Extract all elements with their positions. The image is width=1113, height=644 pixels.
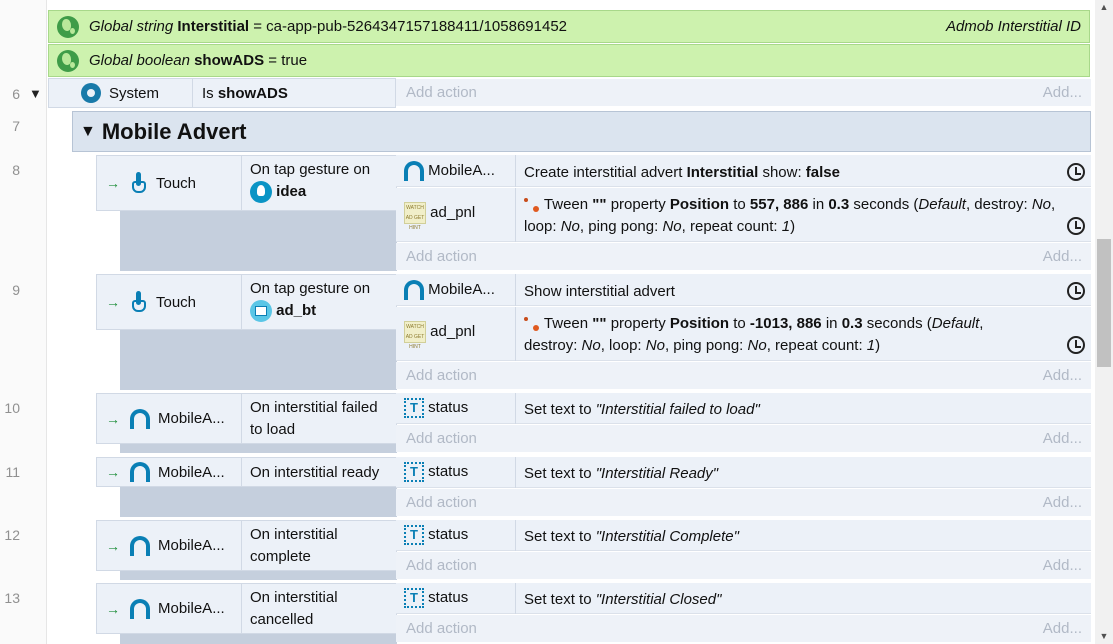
variable-value: = true <box>268 52 308 69</box>
sprite-icon: WATCH AD GET HINT <box>404 202 426 231</box>
action-show-interstitial[interactable]: MobileA... Show interstitial advert <box>396 274 1091 306</box>
mobile-ads-icon <box>130 408 150 429</box>
action-set-text-status[interactable]: T status Set text to "Interstitial Compl… <box>396 520 1091 551</box>
text-object-icon: T <box>404 525 424 545</box>
add-action-link[interactable]: Add action Add... <box>396 425 1091 452</box>
trigger-arrow-icon: → <box>106 410 120 427</box>
mobile-ads-icon <box>404 161 424 181</box>
line-number: 9 <box>12 282 20 298</box>
event-object-touch[interactable]: → Touch <box>96 155 242 211</box>
gear-icon <box>81 83 101 103</box>
lightbulb-icon <box>250 181 272 204</box>
action-tween-ad-pnl[interactable]: WATCH AD GET HINT ad_pnl Tween "" proper… <box>396 188 1091 242</box>
line-number: 11 <box>5 464 20 480</box>
line-number: 7 <box>12 118 20 134</box>
refresh-icon <box>1067 217 1085 235</box>
add-action-link[interactable]: Add action Add... <box>396 362 1091 389</box>
line-number: 6 <box>12 86 20 102</box>
text-object-icon: T <box>404 588 424 608</box>
action-set-text-status[interactable]: T status Set text to "Interstitial Ready… <box>396 457 1091 488</box>
trigger-arrow-icon: → <box>106 294 120 310</box>
variable-comment: Admob Interstitial ID <box>945 18 1081 35</box>
trigger-arrow-icon: → <box>106 175 120 191</box>
text-object-icon: T <box>404 398 424 418</box>
scroll-down-arrow-icon[interactable]: ▼ <box>1098 631 1110 641</box>
add-action-link[interactable]: Add action Add... <box>396 615 1091 642</box>
add-action-link[interactable]: Add action Add... <box>396 552 1091 579</box>
refresh-icon <box>1067 282 1085 300</box>
line-number: 10 <box>4 400 20 416</box>
text-object-icon: T <box>404 462 424 482</box>
event-object-mobileads[interactable]: → MobileA... <box>96 583 242 634</box>
condition-interstitial-failed[interactable]: On interstitial failed to load <box>241 393 397 444</box>
mobile-ads-icon <box>404 280 424 300</box>
trigger-arrow-icon: → <box>106 464 120 480</box>
condition-interstitial-complete[interactable]: On interstitial complete <box>241 520 397 571</box>
mobile-ads-icon <box>130 598 150 619</box>
condition-tap-gesture-ad-bt[interactable]: On tap gesture on ad_bt <box>241 274 397 330</box>
global-variable-interstitial[interactable]: Global string Interstitial = ca-app-pub-… <box>48 10 1090 43</box>
condition-tap-gesture-idea[interactable]: On tap gesture on idea <box>241 155 397 211</box>
event-object-mobileads[interactable]: → MobileA... <box>96 520 242 571</box>
action-create-interstitial[interactable]: MobileA... Create interstitial advert In… <box>396 155 1091 187</box>
add-action-link[interactable]: Add action Add... <box>396 79 1091 106</box>
refresh-icon <box>1067 336 1085 354</box>
trigger-arrow-icon: → <box>106 600 120 617</box>
event-object-mobileads[interactable]: → MobileA... <box>96 457 242 487</box>
variable-name: Interstitial <box>177 18 250 35</box>
line-number: 8 <box>12 162 20 178</box>
group-title: Mobile Advert <box>101 118 247 144</box>
scrollbar-thumb[interactable] <box>1097 239 1111 367</box>
mobile-ads-icon <box>130 462 150 482</box>
collapse-triangle-icon[interactable]: ▼ <box>29 86 42 101</box>
condition-interstitial-cancelled[interactable]: On interstitial cancelled <box>241 583 397 634</box>
variable-name: showADS <box>194 52 265 69</box>
collapse-triangle-icon[interactable]: ▼ <box>80 123 96 141</box>
condition-interstitial-ready[interactable]: On interstitial ready <box>241 457 397 487</box>
action-set-text-status[interactable]: T status Set text to "Interstitial Close… <box>396 583 1091 614</box>
event-object-system[interactable]: System <box>48 78 193 108</box>
event-object-touch[interactable]: → Touch <box>96 274 242 330</box>
variable-type: Global boolean <box>89 52 190 69</box>
line-number: 12 <box>4 527 20 543</box>
add-action-link[interactable]: Add action Add... <box>396 489 1091 516</box>
tween-icon <box>524 317 540 332</box>
condition-is-showads[interactable]: Is showADS <box>192 78 396 108</box>
refresh-icon <box>1067 163 1085 181</box>
sprite-icon: WATCH AD GET HINT <box>404 321 426 350</box>
global-variable-showads[interactable]: Global boolean showADS = true <box>48 44 1090 77</box>
mobile-ads-icon <box>130 535 150 556</box>
trigger-arrow-icon: → <box>106 537 120 554</box>
touch-icon <box>130 291 148 313</box>
variable-type: Global string <box>89 18 174 35</box>
action-tween-ad-pnl[interactable]: WATCH AD GET HINT ad_pnl Tween "" proper… <box>396 307 1091 361</box>
scroll-up-arrow-icon[interactable]: ▲ <box>1098 2 1110 12</box>
globe-icon <box>57 49 79 72</box>
event-object-mobileads[interactable]: → MobileA... <box>96 393 242 444</box>
line-number: 13 <box>4 590 20 606</box>
tween-icon <box>524 198 540 213</box>
group-mobile-advert[interactable]: ▼ Mobile Advert <box>72 111 1091 152</box>
globe-icon <box>57 15 79 38</box>
ad-button-icon <box>250 300 272 323</box>
action-set-text-status[interactable]: T status Set text to "Interstitial faile… <box>396 393 1091 424</box>
touch-icon <box>130 172 148 194</box>
variable-value: = ca-app-pub-5264347157188411/1058691452 <box>253 18 568 35</box>
add-action-link[interactable]: Add action Add... <box>396 243 1091 270</box>
